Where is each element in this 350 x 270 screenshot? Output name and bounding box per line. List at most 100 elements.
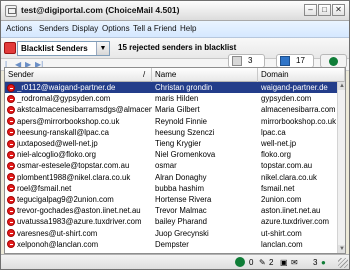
sender-table: Sender / Name Domain _r0112@waigand-part…: [4, 67, 346, 254]
sender-cell: _r0112@waigand-partner.de: [17, 83, 116, 92]
maximize-button[interactable]: □: [318, 4, 331, 16]
minimize-button[interactable]: –: [304, 4, 317, 16]
menu-display[interactable]: Display: [72, 24, 98, 33]
domain-cell: nikel.clara.co.uk: [261, 172, 317, 182]
blocked-icon: [7, 240, 15, 249]
sender-cell: osmar-estesele@topstar.com.au: [17, 161, 130, 171]
blacklist-summary: 15 rejected senders in blacklist: [118, 43, 237, 52]
resize-grip[interactable]: [338, 258, 348, 268]
table-row[interactable]: plombent1988@nikel.clara.co.uk Alran Dona…: [5, 172, 345, 183]
blocked-icon: [7, 94, 15, 103]
sender-cell: trevor-gochades@aston.iinet.net.au: [17, 206, 141, 216]
domain-cell: fsmail.net: [261, 183, 295, 193]
blocked-icon: [7, 173, 15, 182]
sender-cell: juxtaposed@well-net.jp: [17, 139, 98, 148]
blocked-icon: [7, 229, 15, 238]
vertical-scrollbar[interactable]: ▲ ▼: [337, 82, 345, 253]
status-edit-icon: ✎: [259, 258, 266, 267]
name-cell: maris Hilden: [155, 94, 199, 104]
table-row[interactable]: heesung-ranskall@lpac.ca heesung Szenczi l…: [5, 127, 345, 138]
blocked-icon: [7, 105, 15, 114]
domain-cell: waigand-partner.de: [261, 83, 328, 92]
table-row[interactable]: _rodromal@gypsyden.com maris Hilden gypsyd…: [5, 93, 345, 104]
header-sender[interactable]: Sender: [5, 68, 152, 82]
status-count-b: 2: [269, 258, 274, 267]
name-cell: Reynold Finnie: [155, 116, 208, 126]
status-leaf-icon: ●: [321, 258, 326, 267]
sender-cell: _rodromal@gypsyden.com: [17, 94, 111, 104]
status-count-a: 0: [249, 258, 254, 267]
domain-cell: lanclan.com: [261, 239, 303, 249]
blocked-icon: [7, 128, 15, 137]
name-cell: Alran Donaghy: [155, 172, 207, 182]
header-name[interactable]: Name: [152, 68, 258, 82]
blocked-icon: [7, 161, 15, 170]
scroll-down-icon[interactable]: ▼: [338, 245, 345, 253]
status-mail-icon: ✉: [291, 258, 298, 267]
app-icon: [5, 5, 17, 17]
table-row[interactable]: niel-alcoglio@floko.org Niel Gromenkova fl…: [5, 149, 345, 160]
dropdown-value: Blacklist Senders: [21, 44, 88, 53]
domain-cell: aston.iinet.net.au: [261, 206, 321, 216]
close-button[interactable]: ✕: [332, 4, 345, 16]
table-row[interactable]: tegucigalpag9@2union.com Hortense Rivera 2…: [5, 194, 345, 205]
name-cell: Niel Gromenkova: [155, 150, 216, 160]
sender-cell: tegucigalpag9@2union.com: [17, 195, 114, 204]
domain-cell: mirrorbookshop.co.uk: [261, 116, 336, 126]
sender-cell: roel@fsmail.net: [17, 183, 72, 193]
domain-cell: almacenesibarra.com: [261, 105, 336, 115]
table-row[interactable]: _r0112@waigand-partner.de Christan grondi…: [5, 82, 345, 94]
scroll-up-icon[interactable]: ▲: [338, 82, 345, 90]
pending-count-box[interactable]: 3: [228, 54, 265, 68]
header-domain[interactable]: Domain: [258, 68, 345, 82]
sender-cell: niel-alcoglio@floko.org: [17, 150, 96, 160]
refresh-button[interactable]: [320, 54, 347, 68]
domain-cell: lpac.ca: [261, 127, 286, 137]
chevron-down-icon[interactable]: ▼: [96, 42, 109, 55]
table-row[interactable]: osmar-estesele@topstar.com.au osmar topsta…: [5, 160, 345, 171]
menu-actions[interactable]: Actions: [6, 24, 32, 33]
menu-help[interactable]: Help: [180, 24, 196, 33]
table-row[interactable]: trevor-gochades@aston.iinet.net.au Trevor…: [5, 205, 345, 216]
blocked-icon: [7, 184, 15, 193]
mail-count-box[interactable]: 17: [276, 54, 314, 68]
blocked-icon: [7, 206, 15, 215]
menu-bar: Actions Senders Display Options Tell a F…: [1, 21, 349, 38]
name-cell: bailey Pharand: [155, 217, 208, 227]
name-cell: Hortense Rivera: [155, 195, 212, 204]
table-row[interactable]: xelponoh@lanclan.com Dempster lanclan.com: [5, 239, 345, 250]
name-cell: heesung Szenczi: [155, 127, 215, 137]
table-row[interactable]: roel@fsmail.net bubba hashim fsmail.net: [5, 183, 345, 194]
sort-indicator: /: [143, 70, 146, 79]
table-row[interactable]: juxtaposed@well-net.jp Tieng Krygier well-…: [5, 138, 345, 149]
table-row[interactable]: apers@mirrorbookshop.co.uk Reynold Finnie…: [5, 116, 345, 127]
menu-tell-a-friend[interactable]: Tell a Friend: [133, 24, 177, 33]
sender-cell: akstcalmacenesibarramsdgs@almacenes...: [17, 105, 152, 115]
sender-cell: uvatussa1983@azure.tuxdriver.com: [17, 217, 142, 227]
name-cell: Tieng Krygier: [155, 139, 202, 148]
domain-cell: well-net.jp: [261, 139, 297, 148]
menu-senders[interactable]: Senders: [39, 24, 69, 33]
table-row[interactable]: akstcalmacenesibarramsdgs@almacenes...Ma…: [5, 104, 345, 115]
name-cell: Dempster: [155, 239, 189, 249]
status-ok-icon: [235, 257, 245, 267]
status-box-icon: ▣: [280, 258, 288, 267]
name-cell: osmar: [155, 161, 177, 171]
name-cell: Juop Grecynski: [155, 228, 209, 238]
domain-cell: azure.tuxdriver.com: [261, 217, 330, 227]
title-bar[interactable]: test@digiportal.com (ChoiceMail 4.501) –…: [1, 1, 349, 21]
table-header: Sender / Name Domain: [5, 68, 345, 82]
sender-cell: heesung-ranskall@lpac.ca: [17, 127, 109, 137]
blocked-icon: [7, 83, 15, 92]
table-row[interactable]: varesnes@ut-shirt.com Juop Grecynski ut-sh…: [5, 228, 345, 239]
menu-options[interactable]: Options: [102, 24, 130, 33]
domain-cell: gypsyden.com: [261, 94, 312, 104]
sender-list-dropdown[interactable]: Blacklist Senders ▼: [17, 41, 110, 56]
domain-cell: ut-shirt.com: [261, 228, 302, 238]
domain-cell: 2union.com: [261, 195, 302, 204]
mail-count: 17: [296, 56, 305, 65]
blacklist-icon: [4, 42, 16, 54]
sender-cell: varesnes@ut-shirt.com: [17, 228, 98, 238]
table-row[interactable]: uvatussa1983@azure.tuxdriver.com bailey P…: [5, 216, 345, 227]
mail-icon: [280, 56, 290, 66]
